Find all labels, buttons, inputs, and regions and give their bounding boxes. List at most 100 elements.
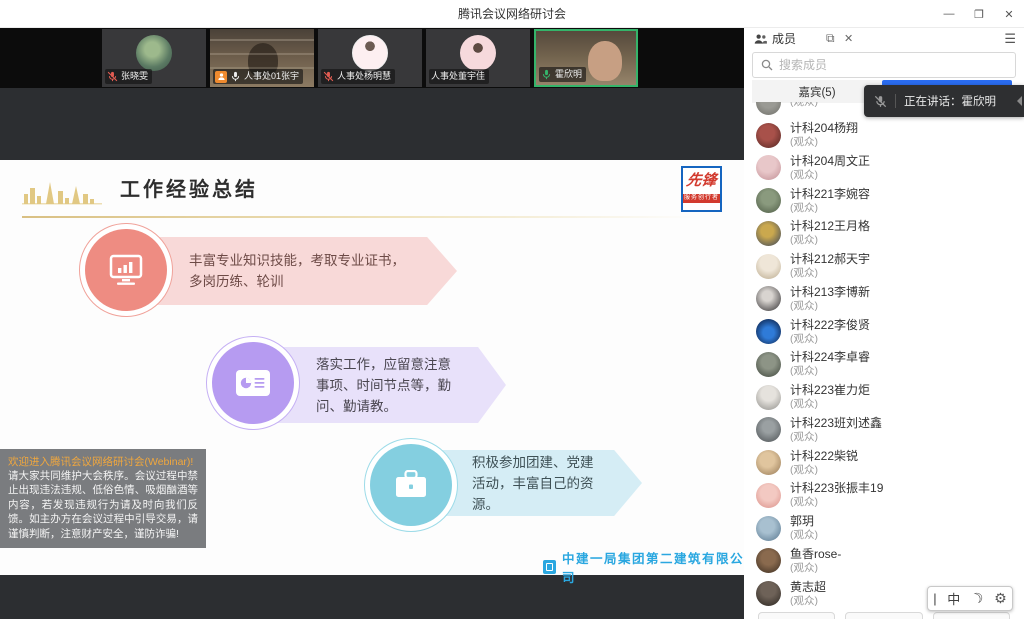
panel-menu-icon[interactable]: ☰ (1004, 31, 1016, 47)
member-row[interactable]: 计科222李俊贤(观众) (744, 315, 1024, 348)
member-name: 黄志超 (790, 580, 826, 594)
point-circle-3 (364, 438, 458, 532)
slide-title-row: 工作经验总结 (22, 174, 258, 206)
toast-mic-icon (874, 95, 887, 108)
avatar (756, 548, 781, 573)
tile-name-bar: 人事处杨明慧 (321, 69, 395, 84)
video-tile-2[interactable]: 人事处01张宇 (210, 29, 314, 87)
member-row[interactable]: 计科221李婉容(观众) (744, 184, 1024, 217)
member-row[interactable]: 计科223张振丰19(观众) (744, 479, 1024, 512)
meeting-main-area: 张晓雯 人事处01张宇 (0, 28, 744, 619)
moon-icon[interactable]: ☽ (968, 588, 987, 609)
video-tile-1[interactable]: 张晓雯 (102, 29, 206, 87)
host-badge-icon (215, 71, 227, 83)
avatar (136, 35, 172, 71)
video-tile-5-active-speaker[interactable]: 霍欣明 (534, 29, 638, 87)
footer-button[interactable] (845, 612, 922, 619)
member-name: 郭玥 (790, 514, 818, 528)
speaking-toast: 正在讲话：霍欣明 (864, 85, 1024, 117)
member-role: (观众) (790, 365, 870, 378)
gear-icon[interactable]: ⚙ (994, 590, 1007, 607)
member-row[interactable]: 计科204周文正(观众) (744, 152, 1024, 185)
avatar (756, 450, 781, 475)
participant-name: 人事处杨明慧 (337, 70, 391, 83)
member-role: (观众) (790, 431, 882, 444)
member-search-box[interactable] (752, 52, 1016, 78)
restore-button[interactable]: ❐ (964, 0, 994, 28)
member-role: (观众) (790, 234, 870, 247)
video-thumbnail-strip: 张晓雯 人事处01张宇 (0, 28, 744, 88)
member-row[interactable]: 计科212郝天宇(观众) (744, 250, 1024, 283)
member-row[interactable]: 计科212王月格(观众) (744, 217, 1024, 250)
mic-muted-icon (107, 71, 118, 82)
member-row[interactable]: 鱼香rose-(观众) (744, 545, 1024, 578)
member-role: (观众) (790, 267, 870, 280)
popout-icon[interactable]: ⧉ (826, 31, 835, 46)
avatar (756, 319, 781, 344)
member-name: 计科204周文正 (790, 154, 870, 168)
avatar (756, 352, 781, 377)
tab-guests[interactable]: 嘉宾(5) (752, 80, 882, 103)
close-button[interactable]: ✕ (994, 0, 1024, 28)
company-name: 中建一局集团第二建筑有限公司 (562, 548, 744, 586)
point-text-3: 积极参加团建、党建活动，丰富自己的资源。 (472, 452, 602, 515)
member-name: 计科204杨翔 (790, 121, 858, 135)
member-name: 计科223张振丰19 (790, 481, 883, 495)
member-name: 计科222柴锐 (790, 449, 858, 463)
member-name: 计科223崔力炬 (790, 383, 870, 397)
avatar (352, 35, 388, 71)
avatar (756, 286, 781, 311)
member-name: 计科212郝天宇 (790, 252, 870, 266)
member-row[interactable]: 计科224李卓睿(观众) (744, 348, 1024, 381)
pioneer-badge: 先锋 服务创行者 (681, 166, 722, 212)
ime-cursor-icon[interactable]: | (933, 591, 936, 606)
webinar-notice-body: 请大家共同维护大会秩序。会议过程中禁止出现违法违规、低俗色情、吸烟酗酒等内容，若… (8, 469, 198, 541)
tile-name-bar: 张晓雯 (105, 69, 152, 84)
member-role: (观众) (790, 529, 818, 542)
member-row[interactable]: 计科204杨翔(观众) (744, 119, 1024, 152)
member-role: (观众) (790, 202, 870, 215)
avatar (756, 385, 781, 410)
avatar (756, 417, 781, 442)
tencent-meeting-window: 腾讯会议网络研讨会 — ❐ ✕ 张晓雯 (0, 0, 1024, 619)
webinar-notice-title: 欢迎进入腾讯会议网络研讨会(Webinar)! (8, 455, 198, 469)
ime-lang-button[interactable]: 中 (947, 589, 960, 608)
footer-button[interactable] (758, 612, 835, 619)
member-row[interactable]: 计科223崔力炬(观众) (744, 381, 1024, 414)
minimize-button[interactable]: — (934, 0, 964, 28)
participant-name: 张晓雯 (121, 70, 148, 83)
participant-name: 霍欣明 (555, 68, 582, 81)
video-tile-4[interactable]: 人事处董宇佳 (426, 29, 530, 87)
member-name: 计科223班刘述鑫 (790, 416, 882, 430)
webinar-notice: 欢迎进入腾讯会议网络研讨会(Webinar)! 请大家共同维护大会秩序。会议过程… (0, 449, 206, 548)
avatar (756, 581, 781, 606)
point-circle-2 (206, 336, 300, 430)
badge-text: 先锋 (681, 168, 722, 194)
member-row[interactable]: 计科213李博新(观众) (744, 283, 1024, 316)
member-row[interactable]: 郭玥(观众) (744, 512, 1024, 545)
mic-on-icon (230, 71, 241, 82)
mic-muted-icon (323, 71, 334, 82)
point-banner-1: 丰富专业知识技能，考取专业证书，多岗历练、轮训 (125, 237, 457, 305)
member-role: (观众) (790, 136, 858, 149)
point-text-2: 落实工作，应留意注意事项、时间节点等，勤问、勤请教。 (316, 354, 460, 417)
toast-collapse-arrow-icon[interactable] (1017, 96, 1022, 106)
member-list: (观众) 计科204杨翔(观众) 计科204周文正(观众) 计科221李婉容(观… (744, 102, 1024, 619)
footer-button[interactable] (933, 612, 1010, 619)
member-row[interactable]: 计科222柴锐(观众) (744, 446, 1024, 479)
monitor-chart-icon (108, 254, 144, 286)
members-icon (754, 33, 767, 45)
members-panel: 成员 ⧉ ✕ ☰ 嘉宾(5) 正在讲话：霍欣明 (744, 28, 1024, 619)
slide-title: 工作经验总结 (120, 174, 258, 206)
member-role: (观众) (790, 169, 870, 182)
avatar (756, 221, 781, 246)
member-search-input[interactable] (779, 58, 1007, 72)
video-tile-3[interactable]: 人事处杨明慧 (318, 29, 422, 87)
video-tiles: 张晓雯 人事处01张宇 (102, 29, 638, 87)
member-row[interactable]: 计科223班刘述鑫(观众) (744, 414, 1024, 447)
participant-name: 人事处01张宇 (244, 70, 299, 83)
avatar (756, 188, 781, 213)
tile-name-bar: 人事处董宇佳 (429, 69, 489, 84)
member-name: 计科222李俊贤 (790, 318, 870, 332)
panel-close-icon[interactable]: ✕ (844, 32, 853, 45)
